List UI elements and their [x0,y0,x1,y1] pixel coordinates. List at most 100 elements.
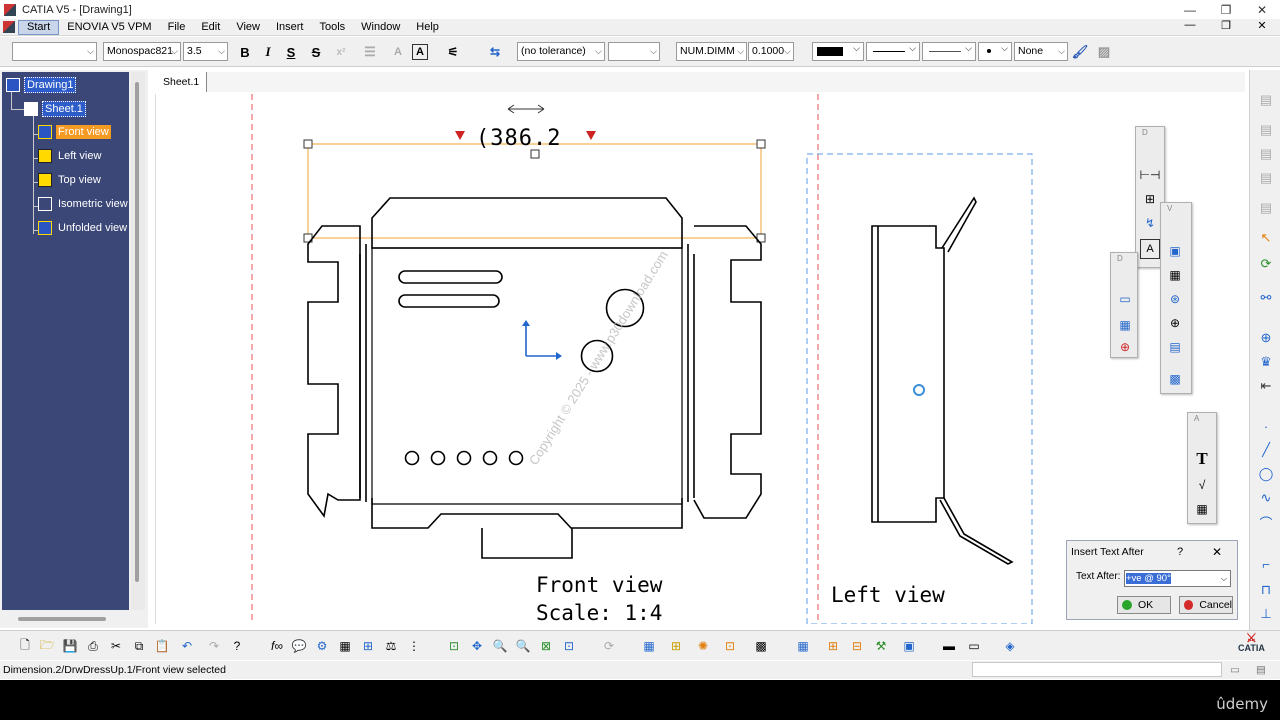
pan-icon[interactable]: ✥ [468,637,486,655]
geometry-icon[interactable]: ▤ [1256,198,1276,218]
front-view-scale[interactable]: Scale: 1:4 [536,601,662,624]
cut-icon[interactable]: ✂ [107,637,125,655]
power-input-field[interactable] [972,662,1222,677]
wizard-view-icon[interactable]: ▩ [1165,369,1185,389]
chevron-down-icon[interactable]: ⌵ [1221,571,1227,586]
center-line-icon[interactable]: ⊕ [1115,337,1135,357]
tree-item-isometric-view[interactable]: Isometric view [38,197,130,211]
print-icon[interactable]: ⎙ [84,637,102,655]
spline-icon[interactable]: ∿ [1256,488,1276,508]
analysis-icon[interactable]: ⚒ [872,637,890,655]
points-icon[interactable]: ⊕ [1256,328,1276,348]
circle-icon[interactable]: ◯ [1256,464,1276,484]
strikethrough-button[interactable]: S [306,42,326,62]
menu-start[interactable]: Start [18,19,60,35]
toolbar-header[interactable]: D [1111,253,1137,265]
sheet-style-icon[interactable]: ▣ [900,637,918,655]
restore-button[interactable]: ❐ [1208,0,1244,19]
new-sheet-icon[interactable]: ▤ [1256,120,1276,140]
tolerance-icon[interactable]: ↯ [1140,213,1160,233]
toolbar-header[interactable]: A [1188,413,1216,425]
profile-icon[interactable]: ⌒ [1256,512,1276,532]
corner-icon[interactable]: ⌐ [1256,554,1276,574]
split-icon[interactable]: ▭ [1230,661,1240,679]
analysis-icon[interactable]: ⚯ [1256,288,1276,308]
line-icon[interactable]: ╱ [1256,440,1276,460]
measure-icon[interactable]: ⚖ [382,637,400,655]
paste-icon[interactable]: 📋 [153,637,171,655]
dimension-icon[interactable]: ⊢⊣ [1140,165,1161,185]
zoom-out-icon[interactable]: 🔍 [514,637,532,655]
snap-grid-icon[interactable]: ▦ [794,637,812,655]
tree-item-front-view[interactable]: Front view [38,125,111,139]
linetype-combo[interactable]: ⌵ [866,42,920,61]
toolbar-header[interactable]: D [1136,127,1164,139]
clipping-view-icon[interactable]: ⊕ [1165,313,1185,333]
minimize-button[interactable]: — [1172,0,1208,19]
tree-item-top-view[interactable]: Top view [38,173,103,187]
underline-button[interactable]: S [281,42,301,62]
analysis-display-icon[interactable]: ✺ [694,637,712,655]
update-icon[interactable]: ⟳ [1256,254,1276,274]
instantiate-icon[interactable]: ▤ [1256,168,1276,188]
dimension-position-icon[interactable]: ⇆ [485,42,505,62]
menu-view[interactable]: View [228,19,268,36]
rotate-icon[interactable]: ⟳ [600,637,618,655]
superscript-icon[interactable]: x² [331,42,351,62]
text-icon[interactable]: A [1140,239,1160,259]
menu-help[interactable]: Help [408,19,447,36]
selection-handle[interactable] [530,149,540,159]
precision-combo[interactable]: 0.1000 ⌵ [748,42,794,61]
italic-button[interactable]: I [258,42,278,62]
dress-icon[interactable]: ♛ [1256,352,1276,372]
knowledge-icon[interactable]: 💬 [290,637,308,655]
dimension-filter-icon[interactable]: ⋮ [405,637,423,655]
menu-edit[interactable]: Edit [193,19,228,36]
menu-window[interactable]: Window [353,19,408,36]
menu-file[interactable]: File [160,19,194,36]
copy-icon[interactable]: ⧉ [130,637,148,655]
front-view-geometry[interactable] [307,197,762,559]
dialog-close-button[interactable]: ✕ [1212,541,1222,563]
undo-icon[interactable]: ↶ [178,637,196,655]
style-combo[interactable]: ⌵ [12,42,97,61]
tree-item-unfolded-view[interactable]: Unfolded view [38,221,129,235]
grid-icon[interactable]: ▦ [640,637,658,655]
tab-sheet-1[interactable]: Sheet.1 [155,72,207,92]
doc-restore-button[interactable]: ❐ [1208,19,1244,32]
formula-icon[interactable]: f∞ [268,637,286,655]
normal-view-icon[interactable]: ⊡ [560,637,578,655]
font-name-combo[interactable]: Monospac821 ⌵ [103,42,181,61]
catalog-icon[interactable]: ⊞ [359,637,377,655]
menu-insert[interactable]: Insert [268,19,312,36]
front-view-title[interactable]: Front view [536,573,663,597]
left-view-title[interactable]: Left view [831,583,945,607]
open-icon[interactable]: 🗁 [38,637,56,655]
numerical-format-combo[interactable]: NUM.DIMM ⌵ [676,42,747,61]
menu-tools[interactable]: Tools [311,19,353,36]
zoom-area-icon[interactable]: ⊠ [537,637,555,655]
fit-all-icon[interactable]: ⊡ [445,637,463,655]
tree-vertical-scrollbar[interactable] [131,72,145,610]
cutting-plane-icon[interactable]: ⊞ [667,637,685,655]
design-table-icon[interactable]: ▦ [336,637,354,655]
frame-icon[interactable]: ▭ [1115,289,1135,309]
close-button[interactable]: ✕ [1244,0,1280,19]
redo-icon[interactable]: ↷ [205,637,223,655]
font-size-combo[interactable]: 3.5 ⌵ [183,42,228,61]
point-icon[interactable]: · [1256,416,1276,436]
projection-view-icon[interactable]: ▣ [1165,241,1185,261]
transform-icon[interactable]: ⊥ [1256,604,1276,624]
table-icon[interactable]: ▦ [1192,499,1212,519]
menu-enovia[interactable]: ENOVIA V5 VPM [59,19,159,36]
whats-this-icon[interactable]: ? [228,637,246,655]
selection-handle[interactable] [303,139,313,149]
pattern-combo[interactable]: None ⌵ [1014,42,1068,61]
dimension-system-icon[interactable]: ▬ [940,637,958,655]
chain-dimension-icon[interactable]: ⊞ [1140,189,1160,209]
show-hide-icon[interactable]: ▩ [752,637,770,655]
doc-close-button[interactable]: ✕ [1244,19,1280,32]
new-icon[interactable]: 🗋 [16,637,34,655]
help-button[interactable]: ? [1177,541,1183,563]
sheet-icon[interactable]: ▤ [1256,90,1276,110]
